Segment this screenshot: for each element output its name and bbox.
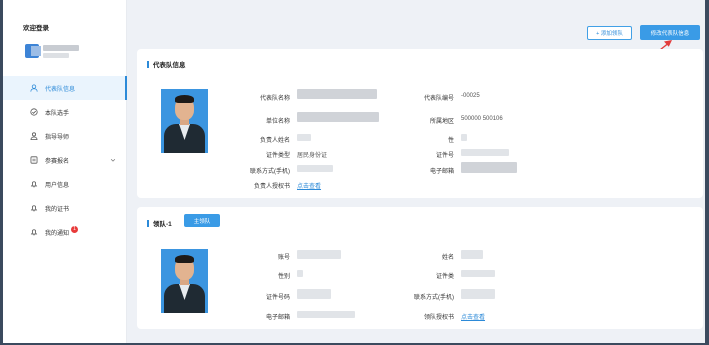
team-no-value: -00025 [461, 93, 480, 99]
id-no-label: 证件号 [435, 153, 454, 159]
team-name-label: 代表队名称 [259, 96, 290, 102]
account-value-redacted [297, 250, 341, 259]
user-name-redacted [43, 45, 79, 51]
unit-name-label: 单位名称 [265, 119, 290, 125]
sidebar-menu: 代表队信息 本队选手 指导导师 参赛报名 用户信息 我的证书 我的通知 1 [3, 76, 127, 244]
sidebar-item-registration[interactable]: 参赛报名 [3, 148, 127, 172]
sidebar-item-label: 参赛报名 [45, 158, 70, 165]
sidebar-item-team-info[interactable]: 代表队信息 [3, 76, 127, 100]
team-info-card: 代表队信息 代表队名称 单位名称 负责人姓名 证件类型 居民身份证 联系方式(手… [137, 49, 703, 198]
auth-letter-link[interactable]: 点击查看 [297, 181, 321, 190]
region-value: 500000 500106 [461, 116, 503, 122]
bell-icon [30, 228, 38, 236]
notification-badge: 1 [71, 225, 79, 233]
id-type-label: 证件类 [435, 274, 454, 280]
gender-label: 性别 [277, 274, 290, 280]
sidebar-item-certificates[interactable]: 我的证书 [3, 196, 127, 220]
email-value-redacted [297, 311, 355, 318]
sidebar-item-label: 用户信息 [45, 182, 70, 189]
auth-letter-label: 负责人授权书 [253, 184, 290, 190]
gender-value-redacted [461, 134, 467, 141]
gender-value-redacted [297, 270, 303, 277]
chevron-down-icon [110, 158, 116, 162]
sidebar-item-label: 指导导师 [45, 134, 70, 141]
gender-label: 性 [447, 138, 454, 144]
check-circle-icon [30, 108, 38, 116]
sidebar-item-user-info[interactable]: 用户信息 [3, 172, 127, 196]
leader-name-value-redacted [297, 134, 311, 141]
section-title-text: 领队-1 [153, 221, 172, 228]
section-marker [147, 219, 149, 227]
email-label: 电子邮箱 [265, 315, 290, 321]
leader-title: 领队-1 [147, 218, 172, 228]
welcome-text: 欢迎登录 [23, 25, 49, 32]
sidebar-item-notifications[interactable]: 我的通知 1 [3, 220, 127, 244]
sidebar-item-players[interactable]: 本队选手 [3, 100, 127, 124]
leader-photo [161, 89, 208, 153]
id-type-label: 证件类型 [265, 153, 290, 159]
sidebar-item-mentors[interactable]: 指导导师 [3, 124, 127, 148]
unit-name-value-redacted [297, 112, 379, 122]
form-icon [30, 156, 38, 164]
user-org-redacted [43, 53, 69, 58]
leader-photo [161, 249, 208, 313]
bell-icon [30, 204, 38, 212]
id-no-value-redacted [297, 289, 331, 299]
name-value-redacted [461, 250, 483, 259]
window-frame-right [705, 0, 709, 345]
user-icon [30, 84, 38, 92]
sidebar-item-label: 我的证书 [45, 206, 70, 213]
team-no-label: 代表队编号 [423, 96, 454, 102]
leader-card: 领队-1 主领队 账号 性别 证件号码 电子邮箱 姓名 证件类 联系方式(手机)… [137, 207, 703, 329]
section-marker [147, 60, 149, 68]
account-label: 账号 [277, 255, 290, 261]
name-label: 姓名 [441, 255, 454, 261]
auth-letter-label: 领队授权书 [423, 315, 454, 321]
id-no-value-redacted [461, 149, 509, 156]
bell-icon [30, 180, 38, 188]
email-value-redacted [461, 162, 517, 173]
sidebar-item-label: 我的通知 [45, 230, 70, 237]
team-name-value-redacted [297, 89, 377, 99]
add-leader-button[interactable]: + 添加领队 [587, 26, 632, 40]
region-label: 所属地区 [429, 119, 454, 125]
phone-value-redacted [297, 165, 333, 172]
auth-letter-link[interactable]: 点击查看 [461, 312, 485, 321]
sidebar-item-label: 代表队信息 [45, 86, 76, 93]
section-title-text: 代表队信息 [153, 62, 186, 69]
avatar-blur [31, 46, 41, 56]
sidebar-item-label: 本队选手 [45, 110, 70, 117]
phone-label: 联系方式(手机) [414, 295, 454, 301]
phone-value-redacted [461, 289, 495, 299]
main-leader-tag: 主领队 [184, 214, 220, 227]
phone-label: 联系方式(手机) [250, 169, 290, 175]
id-no-label: 证件号码 [265, 295, 290, 301]
people-icon [30, 132, 38, 140]
sidebar: 欢迎登录 代表队信息 本队选手 指导导师 参赛报名 用户信息 我的证书 我的通知… [3, 0, 127, 345]
leader-name-label: 负责人姓名 [259, 138, 290, 144]
id-type-value: 居民身份证 [297, 153, 328, 159]
team-info-title: 代表队信息 [147, 59, 186, 69]
id-type-value-redacted [461, 270, 495, 277]
email-label: 电子邮箱 [429, 169, 454, 175]
